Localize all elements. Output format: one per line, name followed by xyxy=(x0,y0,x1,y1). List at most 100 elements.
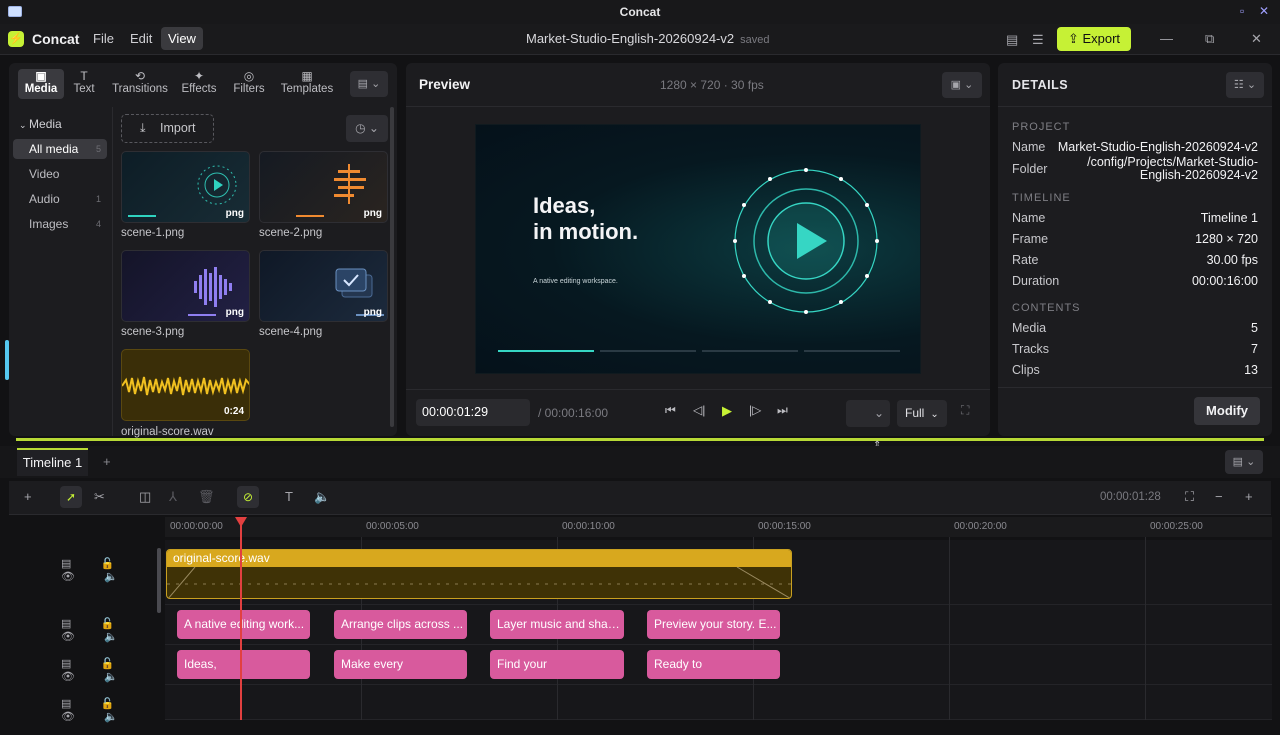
tab-timeline-1[interactable]: Timeline 1 xyxy=(17,448,88,476)
export-button[interactable]: ⇪ Export xyxy=(1057,27,1131,51)
snapshot-dropdown[interactable]: ▣ ⌄ xyxy=(942,72,982,98)
preview-headline: Ideas, in motion. xyxy=(533,193,638,245)
fullscreen-icon[interactable]: ⛶ xyxy=(961,403,969,418)
details-panel: DETAILS ☷ ⌄ PROJECT Name Market-Studio-E… xyxy=(998,63,1272,436)
modify-button[interactable]: Modify xyxy=(1194,397,1260,425)
title-clip[interactable]: Find your xyxy=(490,650,624,679)
menu-view[interactable]: View xyxy=(161,27,203,50)
tab-transitions[interactable]: ⟲ Transitions xyxy=(109,69,171,99)
ruler-tick: 00:00:00:00 xyxy=(170,521,223,532)
subtitle-clip[interactable]: Layer music and shap... xyxy=(490,610,624,639)
magnet-snap-icon[interactable]: ⊘ xyxy=(237,486,259,508)
media-item-name: scene-2.png xyxy=(259,227,323,239)
select-tool-icon[interactable]: ➚ xyxy=(60,486,82,508)
clips-count-value: 13 xyxy=(1244,363,1258,377)
audio-icon[interactable]: 🔈 xyxy=(314,489,330,505)
timeline-ruler[interactable]: 00:00:00:00 00:00:05:00 00:00:10:00 00:0… xyxy=(165,517,1272,537)
add-text-icon[interactable]: T xyxy=(285,489,293,504)
step-back-icon[interactable]: ◁| xyxy=(693,403,705,417)
frame-label: Frame xyxy=(1012,232,1049,246)
sidebar-item-audio[interactable]: Audio 1 xyxy=(13,189,107,209)
title-clip[interactable]: Ideas, xyxy=(177,650,310,679)
media-item-scene-4[interactable]: png xyxy=(259,250,388,322)
subtitle-clip[interactable]: Arrange clips across ... xyxy=(334,610,467,639)
timeline-toolbar: + ➚ ✂ ◫ ⅄ 🗑 ⊘ T 🔈 00:00:01:28 ⛶ − + xyxy=(9,481,1271,515)
zoom-dropdown[interactable]: Full ⌄ xyxy=(897,400,947,427)
playhead[interactable] xyxy=(235,517,247,720)
playhead-handle[interactable] xyxy=(235,517,247,527)
delete-icon[interactable]: 🗑 xyxy=(198,489,215,505)
restore-icon[interactable]: ⧉ xyxy=(1205,31,1214,47)
upload-icon: ⇪ xyxy=(1067,31,1083,46)
tab-filters[interactable]: ◎ Filters xyxy=(227,69,271,99)
ruler-tick: 00:00:20:00 xyxy=(954,521,1007,532)
audio-clip-label: original-score.wav xyxy=(167,550,791,567)
track-header-icons[interactable]: ▤ 🔓 👁 🔈 xyxy=(61,557,161,583)
media-item-scene-3[interactable]: png xyxy=(121,250,250,322)
project-name: Market-Studio-English-20260924-v2 xyxy=(526,31,735,46)
split-icon[interactable]: ◫ xyxy=(139,489,151,505)
sort-dropdown[interactable]: ◷ ⌄ xyxy=(346,115,388,142)
subtitle-clip[interactable]: Preview your story. E... xyxy=(647,610,780,639)
track-scrollbar[interactable] xyxy=(157,548,161,613)
menu-edit[interactable]: Edit xyxy=(130,31,152,46)
headline-line-1: Ideas, xyxy=(533,193,596,218)
view-mode-dropdown[interactable]: ▤ ⌄ xyxy=(350,71,388,97)
menu-file[interactable]: File xyxy=(93,31,114,46)
track-header-icons[interactable]: ▤ 🔓 👁 🔈 xyxy=(61,657,161,683)
media-item-original-score[interactable]: 0:24 xyxy=(121,349,250,421)
maximize-icon[interactable]: ▫ xyxy=(1240,4,1244,18)
add-track-icon[interactable]: + xyxy=(24,489,32,504)
close-window-icon[interactable]: ✕ xyxy=(1259,4,1269,18)
skip-end-icon[interactable]: ⏭ xyxy=(777,403,788,418)
panel-split-divider[interactable] xyxy=(16,438,1264,441)
subtitle-clip[interactable]: A native editing work... xyxy=(177,610,310,639)
fit-zoom-icon[interactable]: ⛶ xyxy=(1185,489,1194,505)
details-options-dropdown[interactable]: ☷ ⌄ xyxy=(1226,72,1264,98)
minimize-icon[interactable]: — xyxy=(1160,31,1173,46)
current-time-field[interactable]: 00:00:01:29 xyxy=(416,399,530,426)
media-item-name: scene-3.png xyxy=(121,326,185,338)
add-timeline-icon[interactable]: + xyxy=(103,454,111,469)
close-icon[interactable]: ✕ xyxy=(1251,31,1262,47)
tab-media[interactable]: ▣ Media xyxy=(18,69,64,99)
sidebar-header[interactable]: ⌄ Media xyxy=(19,117,62,131)
track-empty[interactable] xyxy=(165,685,1272,720)
tab-templates[interactable]: ▦ Templates xyxy=(279,69,335,99)
step-forward-icon[interactable]: |▷ xyxy=(749,403,761,417)
track-header-icons[interactable]: ▤ 🔓 👁 🔈 xyxy=(61,617,161,643)
skip-start-icon[interactable]: ⏮ xyxy=(665,403,676,418)
sidebar-item-video[interactable]: Video xyxy=(13,164,107,184)
merge-icon[interactable]: ⅄ xyxy=(169,489,177,505)
media-item-scene-1[interactable]: png xyxy=(121,151,250,223)
chevron-down-icon: ⌄ xyxy=(930,409,939,420)
title-clip[interactable]: Make every xyxy=(334,650,467,679)
play-icon[interactable]: ▶ xyxy=(722,403,732,419)
tracks-count-value: 7 xyxy=(1251,342,1258,356)
timeline-view-dropdown[interactable]: ▤ ⌄ xyxy=(1225,450,1263,474)
title-clip[interactable]: Ready to xyxy=(647,650,780,679)
playback-speed-dropdown[interactable]: ⌄ xyxy=(846,400,890,427)
audio-waveform xyxy=(167,567,791,598)
track-header-icons[interactable]: ▤ 🔓 👁 🔈 xyxy=(61,697,161,723)
panel-resize-handle[interactable] xyxy=(5,340,9,380)
clips-count-label: Clips xyxy=(1012,363,1040,377)
window-title-bar: Concat ▫ ✕ xyxy=(0,0,1280,24)
settings-sliders-icon[interactable]: ☰ xyxy=(1032,32,1044,48)
zoom-in-icon[interactable]: + xyxy=(1245,489,1253,504)
zoom-out-icon[interactable]: − xyxy=(1215,489,1223,504)
sidebar-item-images[interactable]: Images 4 xyxy=(13,214,107,234)
media-item-scene-2[interactable]: png xyxy=(259,151,388,223)
sidebar-item-all-media[interactable]: All media 5 xyxy=(13,139,107,159)
tab-filters-label: Filters xyxy=(233,83,265,95)
tab-effects[interactable]: ✦ Effects xyxy=(177,69,221,99)
preview-title: Preview xyxy=(419,77,471,92)
preview-canvas[interactable]: Ideas, in motion. A native editing worksp… xyxy=(475,124,921,374)
layout-icon[interactable]: ▤ xyxy=(1006,32,1018,48)
import-button[interactable]: ⤓ Import xyxy=(121,114,214,143)
razor-tool-icon[interactable]: ✂ xyxy=(94,489,105,505)
media-scrollbar[interactable] xyxy=(390,107,394,427)
tab-text[interactable]: T Text xyxy=(67,69,101,99)
sidebar-item-label: Audio xyxy=(29,192,60,206)
audio-clip[interactable]: original-score.wav xyxy=(166,549,792,599)
